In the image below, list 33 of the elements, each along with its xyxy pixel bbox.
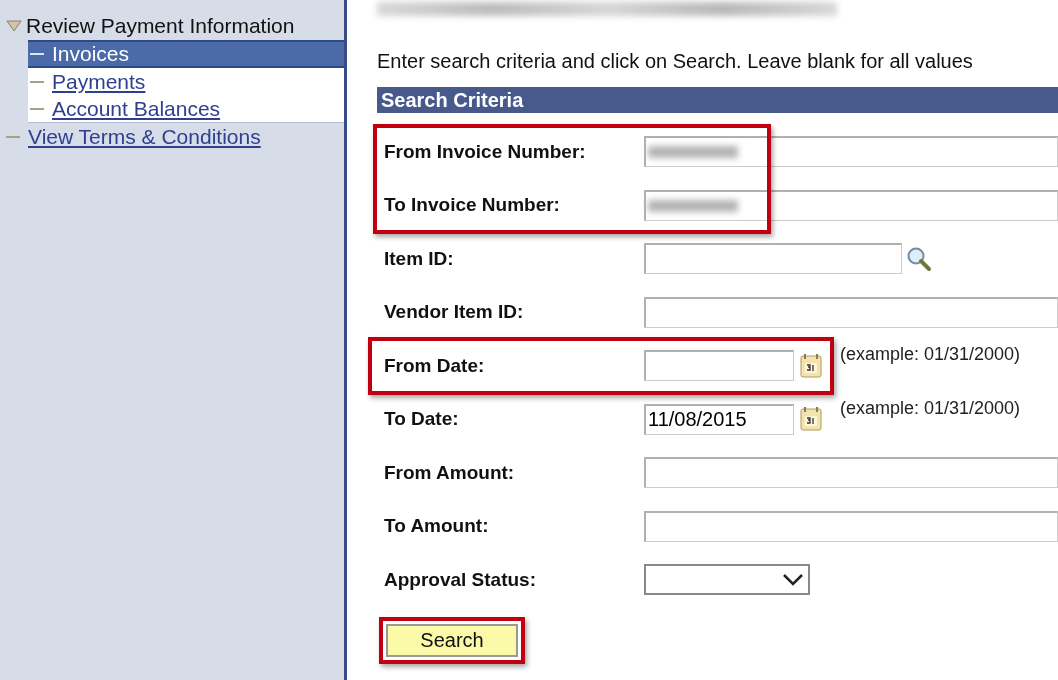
field-label: To Invoice Number: xyxy=(383,194,561,217)
field-label: To Date: xyxy=(383,408,460,431)
approval-status-dropdown[interactable] xyxy=(644,564,810,596)
sidebar-link[interactable]: View Terms & Conditions xyxy=(28,125,261,149)
field-label: Item ID: xyxy=(383,247,455,270)
field-label: From Invoice Number: xyxy=(383,140,587,163)
calendar-icon[interactable] xyxy=(800,352,822,379)
sidebar-item[interactable]: Account Balances xyxy=(28,95,344,122)
input-field[interactable] xyxy=(644,296,1058,328)
expand-triangle-icon[interactable] xyxy=(6,20,22,32)
date-field[interactable]: 11/08/2015 xyxy=(644,403,794,435)
search-icon[interactable] xyxy=(906,245,932,272)
input-field[interactable] xyxy=(644,243,902,275)
format-hint: (example: 01/31/2000) xyxy=(840,397,1021,419)
sidebar-item[interactable]: Payments xyxy=(28,68,344,95)
date-field[interactable] xyxy=(644,350,794,382)
calendar-icon[interactable] xyxy=(800,406,822,433)
input-field[interactable] xyxy=(644,189,1058,221)
section-header: Search Criteria xyxy=(377,87,1058,113)
input-field[interactable] xyxy=(644,457,1058,489)
sidebar-group-label[interactable]: Review Payment Information xyxy=(26,14,295,38)
format-hint: (example: 01/31/2000) xyxy=(840,344,1021,366)
instructions-text: Enter search criteria and click on Search. Leave blank for all values xyxy=(377,50,974,73)
field-label: Approval Status: xyxy=(383,568,538,591)
search-button[interactable]: Search xyxy=(386,623,518,657)
selected-sidebar-item[interactable]: Invoices xyxy=(28,40,344,68)
field-label: Vendor Item ID: xyxy=(383,301,525,324)
field-label: From Amount: xyxy=(383,461,516,484)
input-field[interactable] xyxy=(644,136,1058,168)
field-label: To Amount: xyxy=(383,515,490,538)
field-label: From Date: xyxy=(383,354,486,377)
input-field[interactable] xyxy=(644,510,1058,542)
chevron-down-icon xyxy=(782,572,804,587)
